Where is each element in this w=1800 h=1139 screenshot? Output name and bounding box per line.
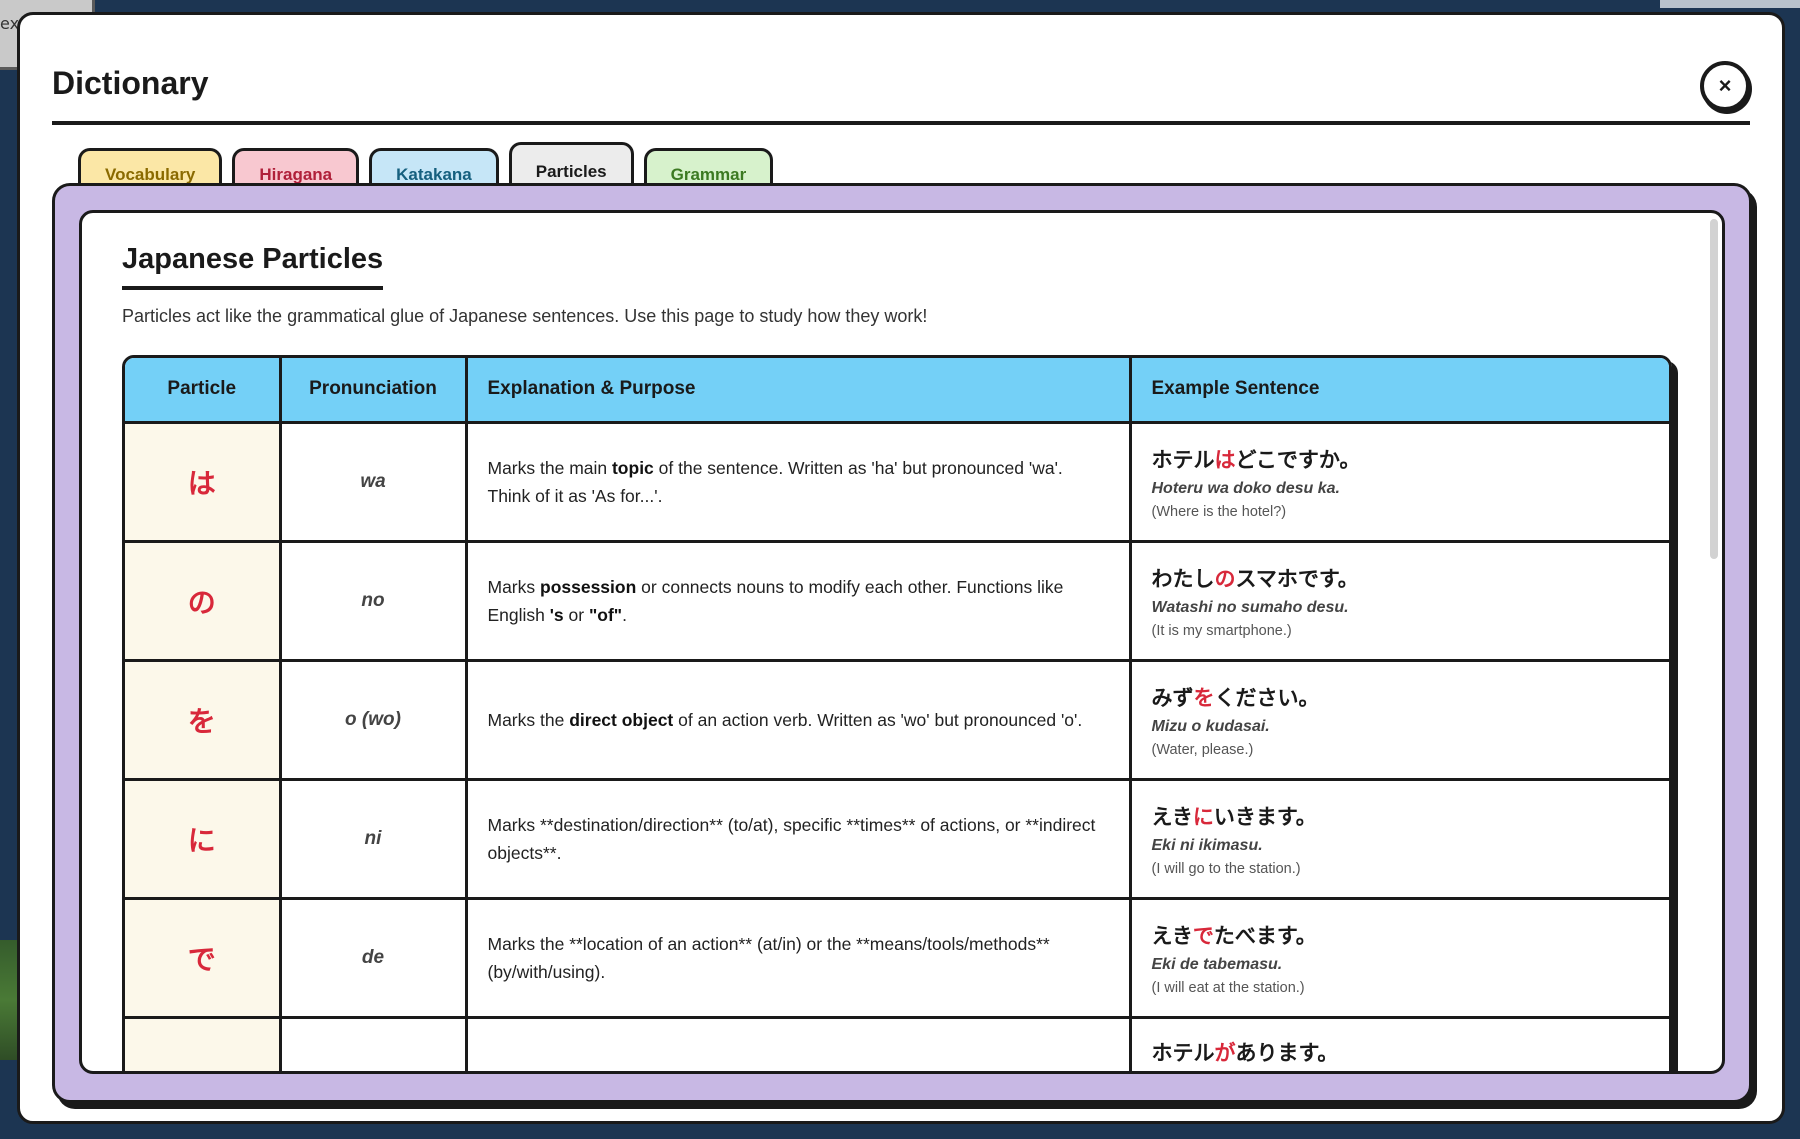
header-particle: Particle [125,358,282,424]
modal-header: Dictionary × [52,53,1750,125]
example-japanese: ホテルはどこですか。 [1151,447,1361,472]
example-translation: (I will eat at the station.) [1151,979,1305,996]
particles-table: Particle Pronunciation Explanation & Pur… [122,355,1672,1071]
particle-cell: は [125,422,282,543]
example-romaji: Eki de tabemasu. [1151,955,1283,973]
explanation-cell: Marks the direct object of an action ver… [466,660,1132,781]
particle-cell: の [125,541,282,662]
example-translation: (I will go to the station.) [1151,860,1301,877]
close-button[interactable]: × [1700,61,1750,111]
header-example: Example Sentence [1130,358,1669,424]
table-row: は wa Marks the main topic of the sentenc… [125,422,1669,543]
table-row: ホテルがあります。 [125,1017,1669,1071]
example-romaji: Hoteru wa doko desu ka. [1151,479,1340,497]
particle-cell: で [125,898,282,1019]
example-japanese: えきでたべます。 [1151,923,1317,948]
table-row: を o (wo) Marks the direct object of an a… [125,660,1669,781]
example-cell: ホテルはどこですか。 Hoteru wa doko desu ka. (Wher… [1130,422,1669,543]
pronunciation-cell [280,1017,468,1071]
header-explanation: Explanation & Purpose [466,358,1132,424]
example-japanese: わたしのスマホです。 [1151,566,1359,591]
table-row: の no Marks possession or connects nouns … [125,541,1669,662]
particle-cell: を [125,660,282,781]
background-fragment-top [1660,0,1800,8]
example-translation: (Water, please.) [1151,741,1254,758]
section-description: Particles act like the grammatical glue … [122,306,928,326]
explanation-cell: Marks the main topic of the sentence. Wr… [466,422,1132,543]
explanation-cell: Marks possession or connects nouns to mo… [466,541,1132,662]
modal-title: Dictionary [52,65,209,101]
example-japanese: ホテルがあります。 [1151,1040,1339,1065]
table-header-row: Particle Pronunciation Explanation & Pur… [125,358,1669,424]
example-romaji: Watashi no sumaho desu. [1151,598,1349,616]
example-translation: (Where is the hotel?) [1151,503,1287,520]
example-cell: わたしのスマホです。 Watashi no sumaho desu. (It i… [1130,541,1669,662]
particle-cell [125,1017,282,1071]
pronunciation-cell: wa [280,422,468,543]
example-translation: (It is my smartphone.) [1151,622,1292,639]
table-row: で de Marks the **location of an action**… [125,898,1669,1019]
header-pronunciation: Pronunciation [280,358,468,424]
example-japanese: みずをください。 [1151,685,1320,710]
scrollbar[interactable] [1710,219,1718,559]
pronunciation-cell: no [280,541,468,662]
tab-panel: Japanese Particles Particles act like th… [52,183,1752,1103]
dictionary-modal: Dictionary × Vocabulary Hiragana Katakan… [17,12,1785,1124]
explanation-cell [466,1017,1132,1071]
example-japanese: えきにいきます。 [1151,804,1317,829]
pronunciation-cell: ni [280,779,468,900]
explanation-cell: Marks **destination/direction** (to/at),… [466,779,1132,900]
example-romaji: Mizu o kudasai. [1151,717,1270,735]
example-cell: えきにいきます。 Eki ni ikimasu. (I will go to t… [1130,779,1669,900]
example-cell: えきでたべます。 Eki de tabemasu. (I will eat at… [1130,898,1669,1019]
example-romaji: Eki ni ikimasu. [1151,836,1263,854]
example-cell: みずをください。 Mizu o kudasai. (Water, please.… [1130,660,1669,781]
explanation-cell: Marks the **location of an action** (at/… [466,898,1132,1019]
close-icon: × [1718,73,1732,98]
pronunciation-cell: de [280,898,468,1019]
section-title: Japanese Particles [122,243,384,290]
content-card[interactable]: Japanese Particles Particles act like th… [79,210,1725,1074]
content-area: Japanese Particles Particles act like th… [122,243,1682,1071]
particle-cell: に [125,779,282,900]
table-row: に ni Marks **destination/direction** (to… [125,779,1669,900]
pronunciation-cell: o (wo) [280,660,468,781]
example-cell: ホテルがあります。 [1130,1017,1669,1071]
